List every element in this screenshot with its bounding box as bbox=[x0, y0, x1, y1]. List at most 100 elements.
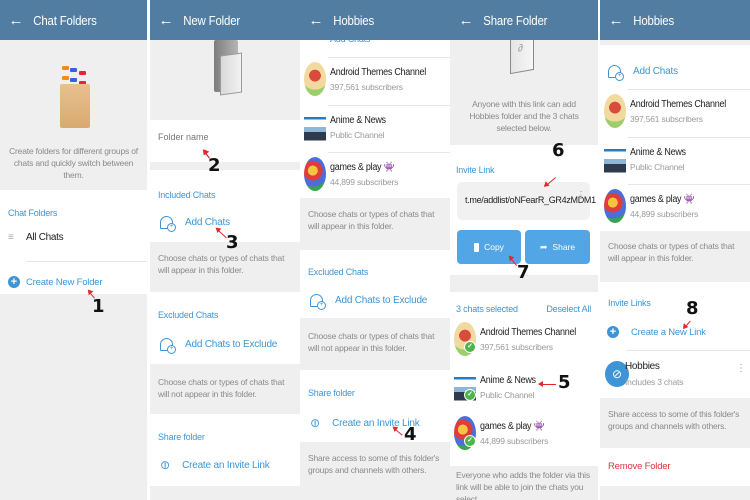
page-title: New Folder bbox=[183, 12, 241, 28]
selected-chat-item[interactable]: ✓ games & play 👾 44,899 subscribers bbox=[450, 412, 598, 454]
back-arrow-icon[interactable]: ← bbox=[600, 12, 628, 29]
back-arrow-icon[interactable]: ← bbox=[0, 12, 28, 29]
folder-name-input[interactable] bbox=[158, 132, 288, 142]
avatar bbox=[604, 142, 626, 176]
page-title: Share Folder bbox=[483, 12, 548, 28]
add-chats-to-exclude-label: Add Chats to Exclude bbox=[335, 295, 428, 306]
chat-name-text: games & play bbox=[330, 162, 382, 173]
chat-item[interactable]: Anime & News Public Channel bbox=[300, 106, 450, 148]
chat-name: Anime & News bbox=[630, 147, 686, 158]
header: ← Hobbies bbox=[600, 0, 750, 40]
invite-link-field[interactable]: t.me/addlist/oNFearR_GR4zMDM1 ⋮ bbox=[457, 182, 596, 220]
add-chats-button[interactable]: Add Chats bbox=[608, 65, 678, 81]
included-hint: Choose chats or types of chats that will… bbox=[158, 253, 285, 275]
link-subtitle: Includes 3 chats bbox=[625, 377, 684, 387]
avatar bbox=[304, 62, 326, 96]
add-chat-icon bbox=[160, 216, 176, 232]
selected-chats-section: 3 chats selected Deselect All ✓ Android … bbox=[450, 292, 598, 466]
create-new-link-label: Create a New Link bbox=[631, 326, 706, 338]
link-icon: ⊘ bbox=[306, 414, 324, 432]
deselect-all-button[interactable]: Deselect All bbox=[546, 304, 591, 314]
intro-text: Create folders for different groups of c… bbox=[9, 146, 138, 180]
chat-name: Android Themes Channel bbox=[330, 67, 426, 78]
add-chats-to-exclude-button[interactable]: Add Chats to Exclude bbox=[160, 338, 277, 354]
folder-name: All Chats bbox=[26, 232, 64, 243]
annotation-number: 8 bbox=[686, 298, 699, 319]
create-new-folder-button[interactable]: + Create New Folder bbox=[8, 276, 103, 288]
excluded-chats-section: Excluded Chats Add Chats to Exclude bbox=[300, 250, 450, 318]
chat-subtitle: 44,899 subscribers bbox=[630, 209, 699, 219]
included-chats-list: Add Chats Android Themes Channel 397,561… bbox=[300, 30, 450, 198]
annotation-number: 2 bbox=[208, 155, 221, 176]
exclude-chat-icon bbox=[160, 338, 176, 354]
avatar bbox=[304, 157, 326, 191]
drag-handle-icon[interactable]: ≡ bbox=[8, 232, 26, 243]
section-title: Share folder bbox=[158, 432, 205, 442]
selected-chat-item[interactable]: ✓ Android Themes Channel 397,561 subscri… bbox=[450, 318, 598, 360]
back-arrow-icon[interactable]: ← bbox=[150, 12, 178, 29]
create-invite-link-label: Create an Invite Link bbox=[182, 459, 270, 471]
folder-name-field[interactable] bbox=[150, 120, 300, 162]
chat-name: games & play 👾 bbox=[630, 194, 695, 205]
section-title: Invite Link bbox=[456, 165, 495, 175]
section-title: Excluded Chats bbox=[158, 310, 219, 320]
alien-emoji-icon: 👾 bbox=[533, 421, 545, 432]
avatar bbox=[604, 189, 626, 223]
remove-folder-button[interactable]: Remove Folder bbox=[608, 461, 671, 472]
copy-icon bbox=[474, 242, 480, 252]
header: ← Hobbies bbox=[300, 0, 450, 40]
hobbies-folder-screen: ← Hobbies Add Chats Android Themes Chann… bbox=[300, 0, 450, 500]
more-options-icon[interactable]: ⋮ bbox=[576, 191, 586, 201]
share-button[interactable]: ➦ Share bbox=[525, 230, 590, 264]
add-chats-to-exclude-button[interactable]: Add Chats to Exclude bbox=[310, 294, 428, 310]
new-folder-screen: ← New Folder 2 Included Chats Add Chats … bbox=[150, 0, 300, 500]
exclude-chat-icon bbox=[310, 294, 326, 310]
chat-subtitle: 44,899 subscribers bbox=[330, 177, 399, 187]
chat-name-text: games & play bbox=[480, 421, 532, 432]
chat-item[interactable]: games & play 👾 44,899 subscribers bbox=[300, 153, 450, 195]
selected-chat-item[interactable]: ✓ Anime & News Public Channel bbox=[450, 366, 598, 408]
invite-link-item[interactable]: ⊘ Hobbies Includes 3 chats ⋮ bbox=[600, 351, 750, 397]
annotation-number: 1 bbox=[92, 296, 105, 317]
section-title: Chat Folders bbox=[8, 208, 58, 218]
annotation-number: 5 bbox=[558, 372, 571, 393]
chat-name: games & play 👾 bbox=[480, 421, 545, 432]
included-chats-list: Add Chats Android Themes Channel 397,561… bbox=[600, 45, 750, 231]
link-icon: ⊘ bbox=[156, 456, 174, 474]
chat-subtitle: 397,561 subscribers bbox=[480, 342, 553, 352]
plus-circle-icon: + bbox=[8, 276, 20, 288]
folder-item-all-chats[interactable]: ≡ All Chats bbox=[8, 232, 64, 243]
chat-name: Anime & News bbox=[480, 375, 536, 386]
back-arrow-icon[interactable]: ← bbox=[300, 12, 328, 29]
selected-count: 3 chats selected bbox=[456, 304, 518, 314]
create-new-link-button[interactable]: + Create a New Link bbox=[607, 326, 706, 338]
check-icon: ✓ bbox=[464, 341, 476, 353]
create-invite-link-button[interactable]: ⊘ Create an Invite Link bbox=[156, 456, 270, 474]
chat-item[interactable]: games & play 👾 44,899 subscribers bbox=[600, 185, 750, 227]
share-folder-section: Share folder ⊘ Create an Invite Link bbox=[150, 414, 300, 486]
chat-subtitle: Public Channel bbox=[480, 390, 535, 400]
chat-item[interactable]: Android Themes Channel 397,561 subscribe… bbox=[300, 58, 450, 100]
section-title: Invite Links bbox=[608, 298, 651, 308]
chat-subtitle: 44,899 subscribers bbox=[480, 436, 549, 446]
chat-name: Android Themes Channel bbox=[480, 327, 576, 338]
remove-folder-row: Remove Folder bbox=[600, 448, 750, 486]
create-new-folder-label: Create New Folder bbox=[26, 276, 103, 288]
folder-illustration bbox=[210, 40, 244, 96]
chat-item[interactable]: Anime & News Public Channel bbox=[600, 138, 750, 180]
header: ← New Folder bbox=[150, 0, 300, 40]
chat-name: games & play 👾 bbox=[330, 162, 395, 173]
chat-folders-screen: ← Chat Folders Create folders for differ… bbox=[0, 0, 147, 500]
copy-label: Copy bbox=[484, 242, 504, 252]
more-options-icon[interactable]: ⋮ bbox=[736, 364, 746, 374]
back-arrow-icon[interactable]: ← bbox=[450, 12, 478, 29]
hobbies-folder-edit-screen: ← Hobbies Add Chats Android Themes Chann… bbox=[600, 0, 750, 500]
invite-link-section: Invite Link t.me/addlist/oNFearR_GR4zMDM… bbox=[450, 145, 598, 275]
annotation-number: 6 bbox=[552, 140, 565, 161]
page-title: Hobbies bbox=[633, 12, 675, 28]
share-folder-screen: ← Share Folder ∂ Anyone with this link c… bbox=[450, 0, 598, 500]
chat-item[interactable]: Android Themes Channel 397,561 subscribe… bbox=[600, 90, 750, 132]
annotation-number: 7 bbox=[517, 262, 530, 283]
footer-hint: Everyone who adds the folder via this li… bbox=[456, 470, 590, 500]
check-icon: ✓ bbox=[464, 435, 476, 447]
